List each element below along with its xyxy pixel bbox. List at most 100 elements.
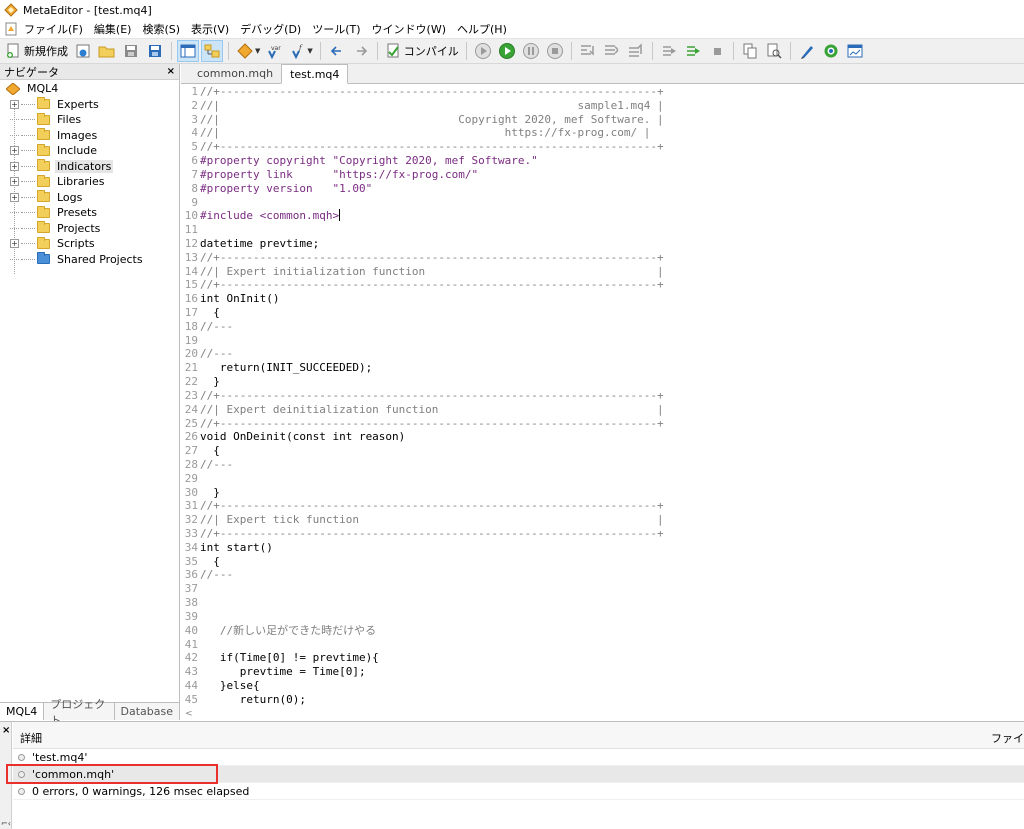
document-menu-icon[interactable] — [4, 22, 18, 36]
insert-function-button[interactable]: f ▼ — [288, 40, 314, 62]
forward-button[interactable] — [350, 40, 372, 62]
save-button[interactable] — [120, 40, 142, 62]
debug-start-button[interactable] — [496, 40, 518, 62]
step-into-button[interactable] — [577, 40, 599, 62]
debug-pause-button[interactable] — [520, 40, 542, 62]
copy-file-button[interactable] — [739, 40, 761, 62]
menu-window[interactable]: ウインドウ(W) — [372, 21, 457, 37]
menu-edit[interactable]: 編集(E) — [94, 21, 143, 37]
menu-file[interactable]: ファイル(F) — [24, 21, 94, 37]
debug-start-real-button[interactable] — [472, 40, 494, 62]
tree-item-projects[interactable]: Projects — [0, 221, 179, 237]
metaeditor-logo-icon — [4, 3, 18, 17]
tab-projects[interactable]: プロジェクト — [44, 698, 115, 727]
shared-folder-icon — [37, 252, 50, 265]
chevron-down-icon[interactable]: ▼ — [307, 47, 312, 55]
close-icon[interactable]: × — [167, 66, 175, 77]
search-file-button[interactable] — [763, 40, 785, 62]
compile-check-icon — [387, 43, 399, 58]
tab-common-mqh[interactable]: common.mqh — [189, 64, 281, 83]
expand-icon[interactable]: + — [10, 192, 19, 202]
code-line: 2//| sample1.mq4 | — [191, 98, 664, 112]
code-line: 45 return(0); — [184, 692, 306, 706]
navigator-title: ナビゲータ — [4, 65, 59, 79]
stop-debug-button[interactable] — [706, 40, 728, 62]
menu-debug[interactable]: デバッグ(D) — [240, 21, 312, 37]
tree-item-indicators[interactable]: + Indicators — [0, 159, 179, 175]
toolbox-grip-icon[interactable]: ⌐‹ — [1, 819, 11, 828]
svg-text:f: f — [298, 44, 303, 52]
tab-test-mq4[interactable]: test.mq4 — [281, 64, 349, 84]
code-line: 22 } — [184, 375, 220, 389]
arrow-right-icon — [356, 46, 367, 56]
expand-icon[interactable]: + — [10, 177, 19, 187]
code-editor[interactable]: 1//+------------------------------------… — [181, 85, 1024, 708]
terminal-button[interactable] — [844, 40, 866, 62]
step-over-button[interactable] — [601, 40, 623, 62]
save-all-button[interactable] — [144, 40, 166, 62]
debug-stop-button[interactable] — [544, 40, 566, 62]
folder-icon — [37, 97, 50, 110]
mqh-file-icon — [76, 44, 90, 58]
code-line: 10 #include <common.mqh> — [184, 209, 341, 223]
column-details[interactable]: 詳細 — [20, 730, 42, 746]
expand-icon[interactable]: + — [10, 99, 19, 109]
toggle-breakpoint-button[interactable] — [658, 40, 680, 62]
toolbox-header: 詳細 ファイ — [13, 722, 1024, 749]
menu-help[interactable]: ヘルプ(H) — [457, 21, 518, 37]
var-icon: var — [268, 45, 282, 59]
back-button[interactable] — [326, 40, 348, 62]
folder-icon — [37, 236, 50, 249]
tree-item-files[interactable]: Files — [0, 112, 179, 128]
scroll-left-icon[interactable]: < — [185, 709, 193, 719]
insert-var-button[interactable]: var — [264, 40, 286, 62]
tree-item-logs[interactable]: + Logs — [0, 190, 179, 206]
open-button[interactable] — [96, 40, 118, 62]
new-mqh-button[interactable] — [72, 40, 94, 62]
step-out-button[interactable] — [625, 40, 647, 62]
folder-icon — [37, 112, 50, 125]
expand-icon[interactable]: + — [10, 239, 19, 249]
tree-item-include[interactable]: + Include — [0, 143, 179, 159]
tree-root-mql4[interactable]: MQL4 — [0, 81, 179, 97]
toolbar-separator — [376, 42, 378, 60]
tree-item-presets[interactable]: Presets — [0, 205, 179, 221]
code-line: 37 — [184, 582, 198, 596]
message-row[interactable]: 0 errors, 0 warnings, 126 msec elapsed — [13, 783, 1024, 800]
menu-tools[interactable]: ツール(T) — [312, 21, 371, 37]
code-line: 12 datetime prevtime; — [184, 236, 320, 250]
tree-item-experts[interactable]: + Experts — [0, 97, 179, 113]
styler-pen-button[interactable] — [796, 40, 818, 62]
new-file-button[interactable]: 新規作成 — [3, 40, 70, 62]
breakpoint-icon — [662, 46, 676, 56]
toolbar-separator — [319, 42, 321, 60]
tree-item-scripts[interactable]: + Scripts — [0, 236, 179, 252]
navigator-header: ナビゲータ × — [0, 64, 179, 80]
navigator-toggle-button[interactable] — [177, 40, 199, 62]
expand-icon[interactable]: + — [10, 146, 19, 156]
arrow-left-icon — [330, 46, 341, 56]
market-button[interactable] — [820, 40, 842, 62]
tree-item-images[interactable]: Images — [0, 128, 179, 144]
code-line: 19 — [184, 333, 198, 347]
compile-button[interactable]: コンパイル — [383, 40, 461, 62]
function-icon: f — [292, 44, 303, 59]
editor-horizontal-scrollbar[interactable]: < — [181, 708, 1024, 720]
column-file[interactable]: ファイ — [991, 730, 1024, 746]
run-to-cursor-button[interactable] — [682, 40, 704, 62]
close-icon[interactable]: × — [2, 725, 10, 736]
menu-search[interactable]: 検索(S) — [142, 21, 191, 37]
code-line: 6 #property copyright "Copyright 2020, me… — [191, 154, 538, 168]
open-folder-icon — [98, 46, 115, 58]
chevron-down-icon[interactable]: ▼ — [255, 47, 260, 55]
styler-button[interactable]: ▼ — [234, 40, 262, 62]
expand-icon[interactable]: + — [10, 161, 19, 171]
menu-view[interactable]: 表示(V) — [191, 21, 240, 37]
code-line: 38 — [184, 596, 198, 610]
folder-icon — [37, 128, 50, 141]
tab-mql4[interactable]: MQL4 — [0, 703, 45, 720]
tree-item-libraries[interactable]: + Libraries — [0, 174, 179, 190]
tab-database[interactable]: Database — [115, 703, 180, 720]
tree-item-shared-projects[interactable]: Shared Projects — [0, 252, 179, 268]
toolbox-toggle-button[interactable] — [201, 40, 223, 62]
